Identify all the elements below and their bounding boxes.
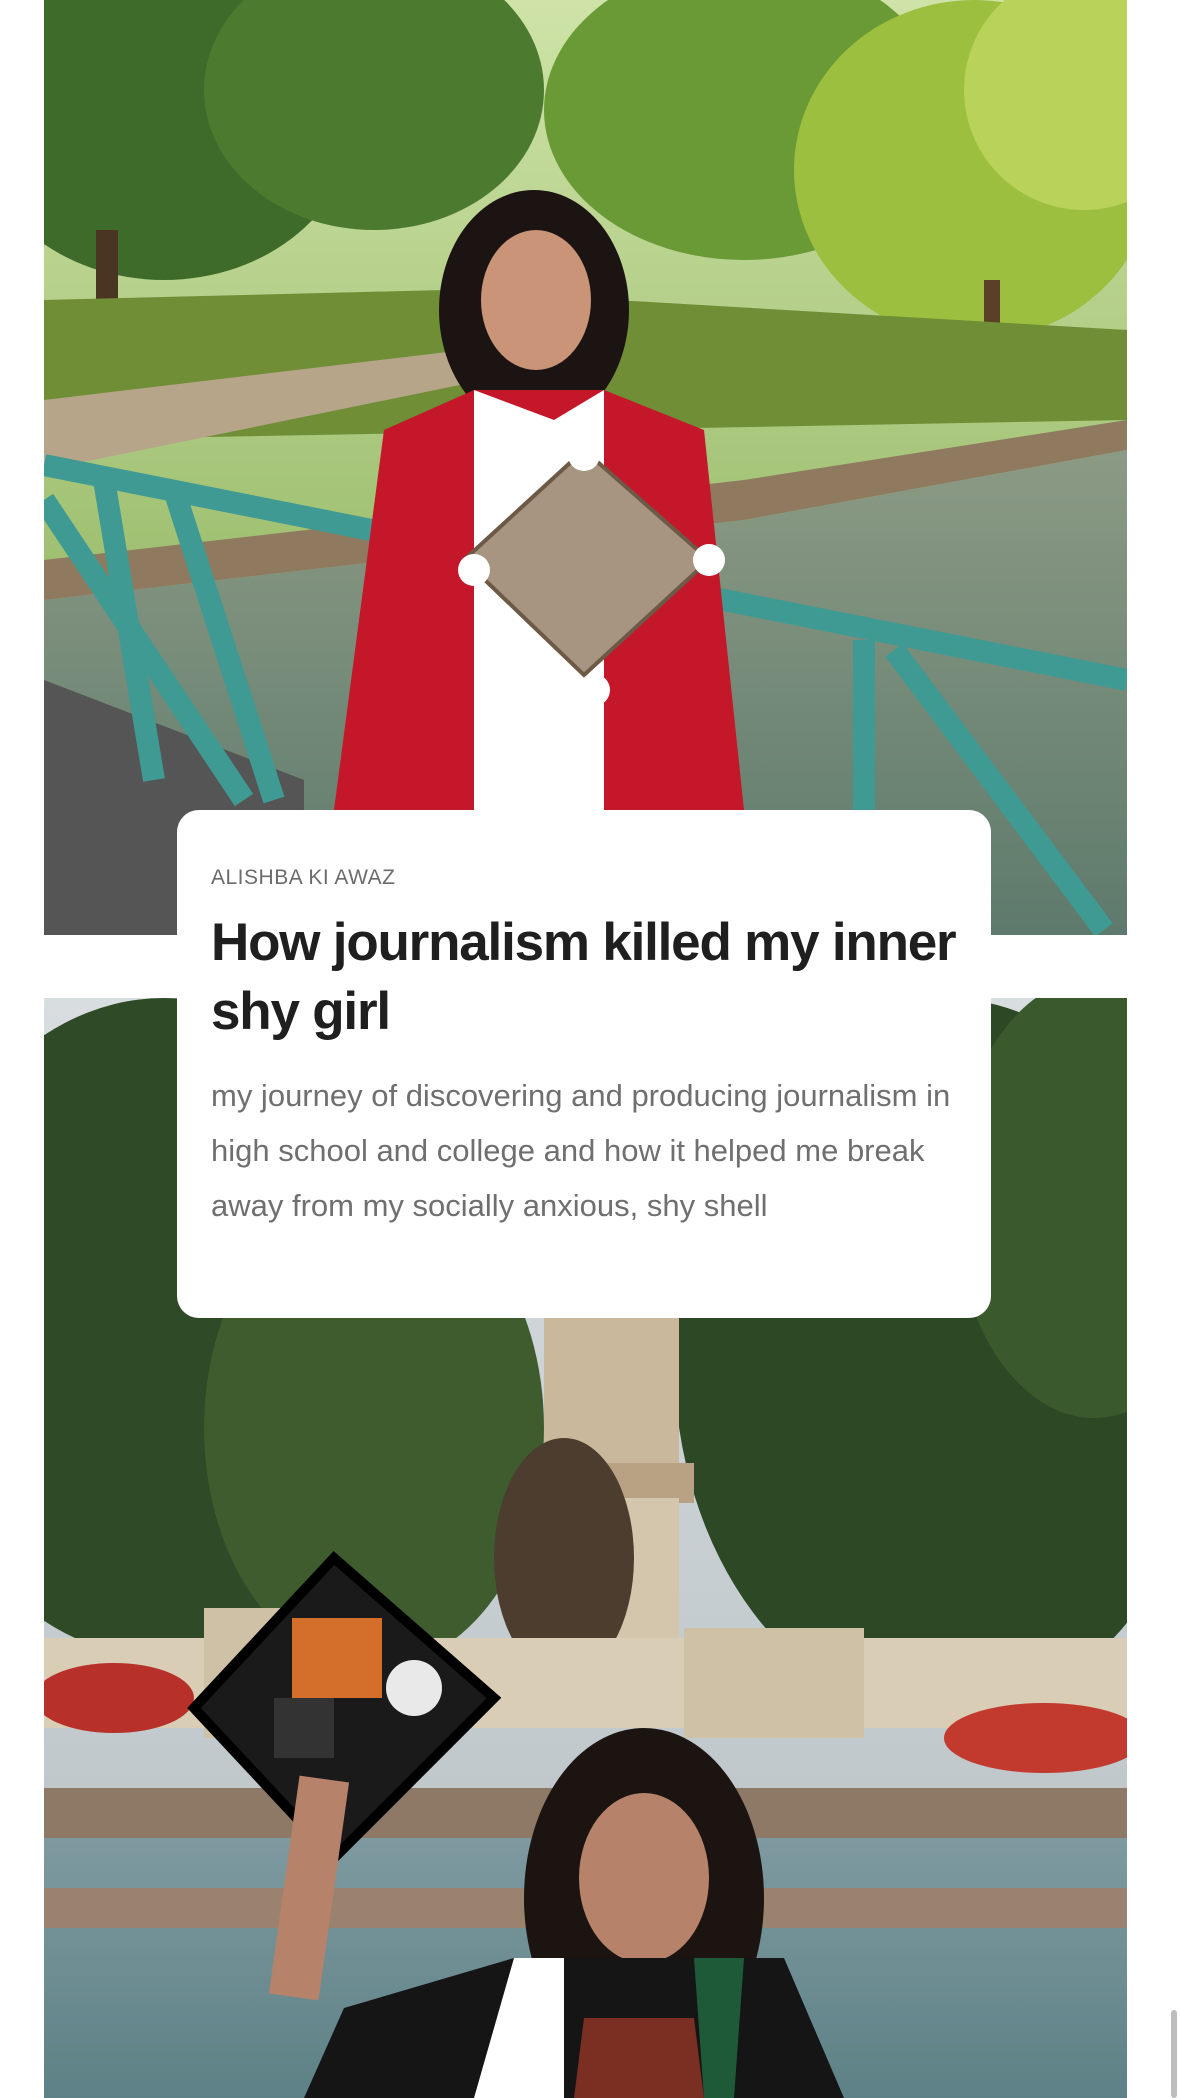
publication-name[interactable]: ALISHBA KI AWAZ bbox=[211, 866, 957, 890]
post-header-card[interactable]: ALISHBA KI AWAZ How journalism killed my… bbox=[177, 810, 991, 1318]
scrollbar[interactable] bbox=[1171, 2010, 1177, 2098]
post-title[interactable]: How journalism killed my inner shy girl bbox=[211, 908, 957, 1046]
hero-image-top bbox=[44, 0, 1127, 935]
post-subtitle: my journey of discovering and producing … bbox=[211, 1078, 951, 1223]
graduation-photo-red-gown-icon bbox=[44, 0, 1127, 935]
